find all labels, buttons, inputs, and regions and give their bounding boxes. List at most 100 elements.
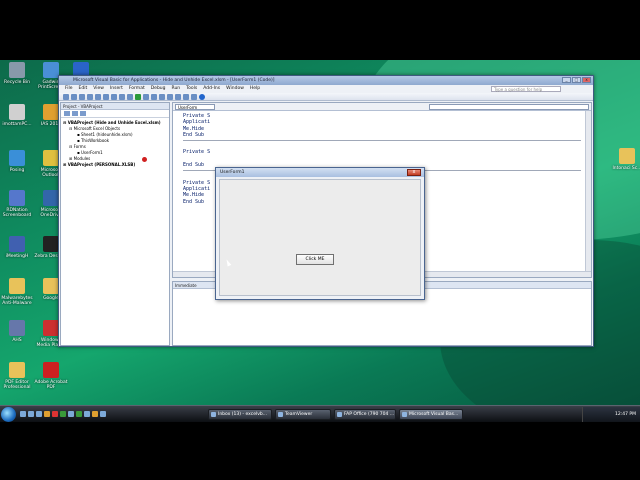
app-icon xyxy=(619,148,635,164)
design-mode-icon[interactable] xyxy=(159,94,165,100)
desktop-icon[interactable]: AHS xyxy=(0,320,34,343)
quicklaunch-icon[interactable] xyxy=(52,411,58,417)
desktop-icon-label: Adobe Acrobat PDF xyxy=(34,380,68,390)
userform-titlebar[interactable]: UserForm1 x xyxy=(216,168,424,177)
procedure-separator xyxy=(183,140,581,142)
quicklaunch-icon[interactable] xyxy=(44,411,50,417)
properties-icon[interactable] xyxy=(175,94,181,100)
app-icon xyxy=(9,362,25,378)
procedure-dropdown[interactable] xyxy=(429,104,589,110)
app-icon xyxy=(43,62,59,78)
help-icon[interactable] xyxy=(199,94,205,100)
desktop-icon[interactable]: Posing xyxy=(0,150,34,173)
app-icon xyxy=(9,150,25,166)
quicklaunch-icon[interactable] xyxy=(28,411,34,417)
code-line: End Sub xyxy=(183,131,205,138)
quicklaunch-icon[interactable] xyxy=(100,411,106,417)
run-icon[interactable] xyxy=(135,94,141,100)
code-vertical-scrollbar[interactable] xyxy=(585,111,591,271)
view-code-icon[interactable] xyxy=(64,111,70,116)
app-icon xyxy=(9,104,25,120)
cut-icon[interactable] xyxy=(87,94,93,100)
desktop-icon[interactable]: Intonaci Sc... xyxy=(610,148,640,171)
desktop-icon[interactable]: PDF Editor Professional xyxy=(0,362,34,390)
start-button[interactable] xyxy=(1,407,16,422)
maximize-icon[interactable]: □ xyxy=(572,77,581,83)
app-icon xyxy=(9,236,25,252)
save-icon[interactable] xyxy=(79,94,85,100)
close-icon[interactable]: x xyxy=(407,169,421,176)
menu-format[interactable]: Format xyxy=(129,85,145,93)
reset-icon[interactable] xyxy=(151,94,157,100)
quicklaunch-icon[interactable] xyxy=(60,411,66,417)
toolbox-icon[interactable] xyxy=(191,94,197,100)
desktop-icon[interactable]: imottamPC... xyxy=(0,104,34,127)
menu-debug[interactable]: Debug xyxy=(151,85,166,93)
menu-addins[interactable]: Add-Ins xyxy=(203,85,220,93)
menu-view[interactable]: View xyxy=(93,85,104,93)
desktop-icon[interactable]: Adobe Acrobat PDF xyxy=(34,362,68,390)
quicklaunch-icon[interactable] xyxy=(68,411,74,417)
app-icon xyxy=(9,62,25,78)
copy-icon[interactable] xyxy=(95,94,101,100)
desktop-icon[interactable]: Malwarebytes Anti-Malware xyxy=(0,278,34,306)
paste-icon[interactable] xyxy=(103,94,109,100)
system-tray: 12:47 PM xyxy=(582,407,640,422)
quicklaunch-icon[interactable] xyxy=(20,411,26,417)
menu-edit[interactable]: Edit xyxy=(79,85,88,93)
userform-body: Click ME xyxy=(219,179,421,296)
menu-window[interactable]: Window xyxy=(226,85,244,93)
breakpoint-icon xyxy=(141,156,147,162)
click-me-button[interactable]: Click ME xyxy=(296,254,334,265)
desktop-icon-label: Recycle Bin xyxy=(4,80,30,85)
insert-icon[interactable] xyxy=(71,94,77,100)
app-icon xyxy=(43,236,59,252)
vbe-titlebar[interactable]: Microsoft Visual Basic for Applications … xyxy=(59,76,593,85)
close-icon[interactable]: x xyxy=(582,77,591,83)
code-header: UserForm xyxy=(173,103,591,111)
project-pane-title: Project - VBAProject xyxy=(61,103,169,110)
menu-file[interactable]: File xyxy=(65,85,73,93)
task-teamviewer[interactable]: TeamViewer xyxy=(275,409,331,420)
task-inbox[interactable]: Inbox (13) - excelvb... xyxy=(208,409,272,420)
project-explorer: Project - VBAProject ⊟ VBAProject (Hide … xyxy=(60,102,170,346)
find-icon[interactable] xyxy=(111,94,117,100)
taskbar: Inbox (13) - excelvb... TeamViewer FAP O… xyxy=(0,405,640,422)
view-object-icon[interactable] xyxy=(72,111,78,116)
object-browser-icon[interactable] xyxy=(183,94,189,100)
menu-tools[interactable]: Tools xyxy=(186,85,197,93)
desktop-icon-label: Malwarebytes Anti-Malware xyxy=(1,296,33,306)
clock[interactable]: 12:47 PM xyxy=(615,412,636,417)
quicklaunch-icon[interactable] xyxy=(76,411,82,417)
excel-icon[interactable] xyxy=(63,94,69,100)
object-dropdown[interactable]: UserForm xyxy=(175,104,215,110)
app-icon xyxy=(43,320,59,336)
menu-run[interactable]: Run xyxy=(172,85,181,93)
break-icon[interactable] xyxy=(143,94,149,100)
app-icon xyxy=(43,150,59,166)
undo-icon[interactable] xyxy=(119,94,125,100)
app-icon xyxy=(43,190,59,206)
minimize-icon[interactable]: _ xyxy=(562,77,571,83)
app-icon xyxy=(43,278,59,294)
menu-help[interactable]: Help xyxy=(250,85,260,93)
project-explorer-icon[interactable] xyxy=(167,94,173,100)
desktop-icon[interactable]: iMeetingH xyxy=(0,236,34,259)
desktop-icon-label: PDF Editor Professional xyxy=(3,380,31,390)
menu-insert[interactable]: Insert xyxy=(110,85,123,93)
vbe-title-text: Microsoft Visual Basic for Applications … xyxy=(73,78,275,83)
task-office[interactable]: FAP Office (790 704 ... xyxy=(334,409,396,420)
desktop-icon[interactable]: RDNation Screenboard xyxy=(0,190,34,218)
project-tree: ⊟ VBAProject (Hide and Unhide Excel.xlsm… xyxy=(61,118,169,170)
task-vbe[interactable]: Microsoft Visual Bas... xyxy=(399,409,463,420)
redo-icon[interactable] xyxy=(127,94,133,100)
userform-window: UserForm1 x Click ME xyxy=(215,167,425,300)
quicklaunch-icon[interactable] xyxy=(36,411,42,417)
tree-item-personal[interactable]: ⊞ VBAProject (PERSONAL.XLSB) xyxy=(63,162,167,168)
help-search-input[interactable]: Type a question for help xyxy=(491,86,561,92)
quicklaunch-icon[interactable] xyxy=(84,411,90,417)
toggle-folders-icon[interactable] xyxy=(80,111,86,116)
quicklaunch-icon[interactable] xyxy=(92,411,98,417)
userform-title: UserForm1 xyxy=(220,170,245,175)
desktop-icon[interactable]: Recycle Bin xyxy=(0,62,34,85)
